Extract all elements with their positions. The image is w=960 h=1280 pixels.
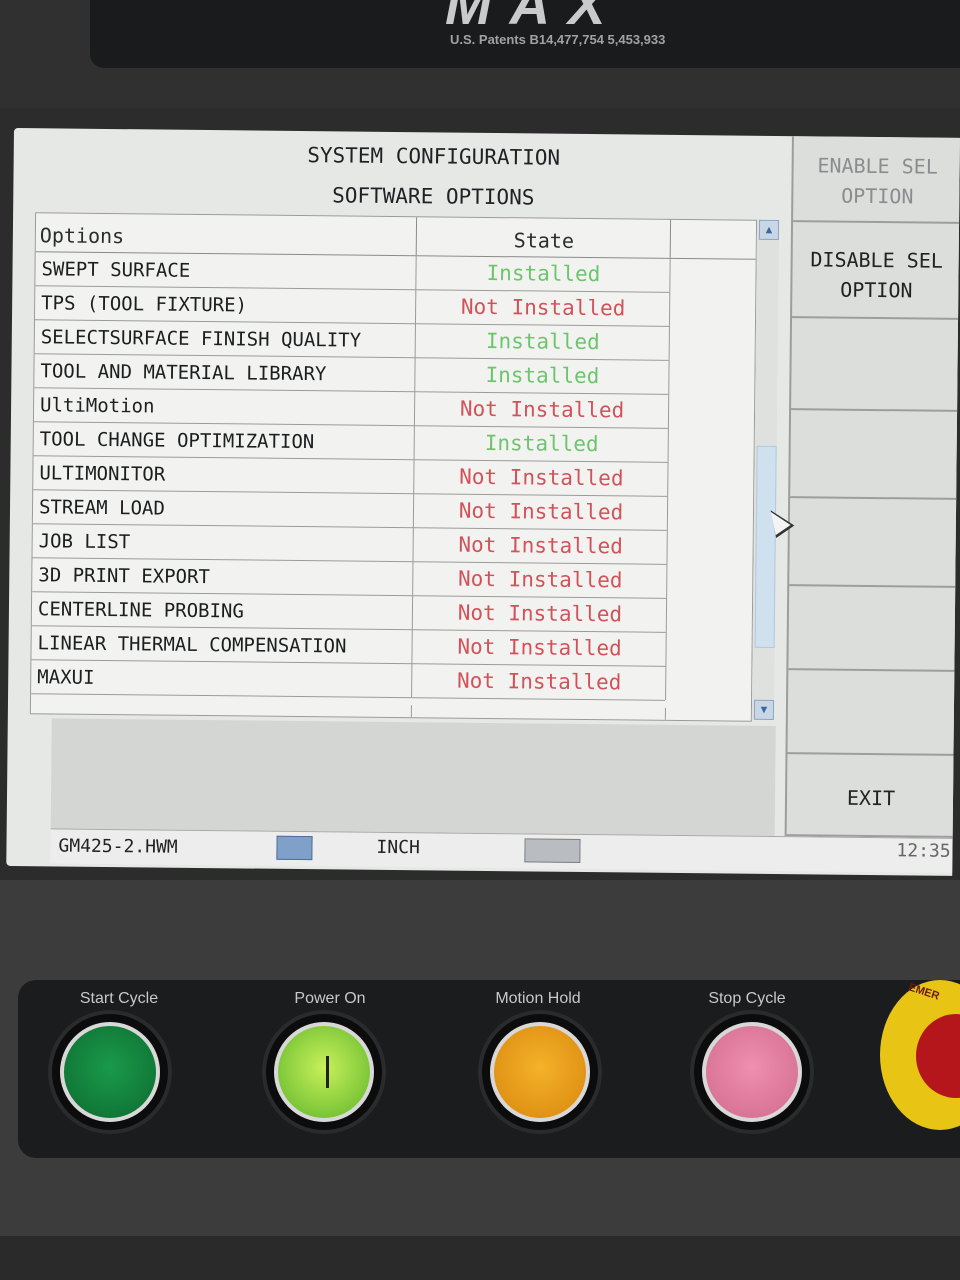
option-state: Not Installed bbox=[415, 391, 670, 428]
grid-scrollbar[interactable]: ▲ ▼ bbox=[751, 219, 780, 720]
exit-button[interactable]: EXIT bbox=[786, 754, 956, 838]
softkey-panel: ENABLE SEL OPTION DISABLE SEL OPTION EXI… bbox=[784, 136, 960, 838]
motion-hold-label: Motion Hold bbox=[495, 990, 581, 1007]
keypad-icon[interactable] bbox=[276, 835, 313, 861]
option-name: SELECTSURFACE FINISH QUALITY bbox=[40, 319, 416, 358]
scroll-thumb[interactable] bbox=[754, 445, 777, 648]
logo-plate: MAX U.S. Patents B14,477,754 5,453,933 bbox=[90, 0, 960, 68]
stop-cycle-button[interactable] bbox=[694, 1014, 810, 1130]
option-state: Installed bbox=[417, 255, 671, 292]
panel-bottom-edge bbox=[0, 1236, 960, 1280]
option-name: TPS (TOOL FIXTURE) bbox=[40, 285, 417, 324]
disable-option-button[interactable]: DISABLE SEL OPTION bbox=[792, 224, 960, 320]
option-name: SWEPT SURFACE bbox=[41, 251, 417, 290]
units-indicator: INCH bbox=[376, 836, 420, 859]
option-state: Not Installed bbox=[414, 527, 668, 564]
option-state: Not Installed bbox=[413, 629, 667, 666]
start-cycle-cap bbox=[60, 1022, 160, 1122]
option-state: Installed bbox=[416, 357, 670, 394]
patents-text: U.S. Patents B14,477,754 5,453,933 bbox=[450, 32, 666, 47]
stop-cycle-label: Stop Cycle bbox=[708, 990, 786, 1007]
power-on-label: Power On bbox=[294, 990, 366, 1007]
clock: 12:35 bbox=[896, 840, 951, 862]
page-subtitle: SOFTWARE OPTIONS bbox=[332, 183, 535, 210]
emergency-label: EMER bbox=[906, 981, 941, 1003]
option-state: Not Installed bbox=[414, 561, 668, 598]
option-state: Not Installed bbox=[413, 663, 667, 700]
control-screen: SYSTEM CONFIGURATION SOFTWARE OPTIONS Op… bbox=[6, 128, 960, 876]
softkey-5[interactable] bbox=[789, 498, 959, 588]
option-name: MAXUI bbox=[37, 659, 413, 698]
scroll-up-icon[interactable]: ▲ bbox=[758, 219, 780, 241]
message-area bbox=[50, 718, 776, 837]
column-header-state[interactable]: State bbox=[417, 217, 672, 258]
start-cycle-button[interactable] bbox=[52, 1014, 168, 1130]
program-file-name: GM425-2.HWM bbox=[58, 835, 178, 858]
softkey-6[interactable] bbox=[788, 586, 958, 672]
start-cycle-label: Start Cycle bbox=[79, 990, 159, 1007]
softkey-3[interactable] bbox=[791, 320, 960, 412]
keyboard-icon[interactable] bbox=[524, 838, 581, 863]
page-title: SYSTEM CONFIGURATION bbox=[307, 143, 561, 170]
option-state: Installed bbox=[415, 425, 669, 462]
motion-hold-button[interactable] bbox=[482, 1014, 598, 1130]
options-grid: Options State SWEPT SURFACE Installed TPS … bbox=[29, 212, 758, 722]
table-row[interactable]: MAXUI Not Installed bbox=[31, 659, 667, 701]
softkey-7[interactable] bbox=[787, 670, 957, 756]
option-name: TOOL CHANGE OPTIMIZATION bbox=[39, 421, 415, 460]
stop-cycle-cap bbox=[702, 1022, 802, 1122]
option-state: Not Installed bbox=[413, 595, 668, 632]
option-state: Not Installed bbox=[416, 289, 671, 326]
option-name: UltiMotion bbox=[39, 387, 416, 426]
column-header-options[interactable]: Options bbox=[39, 213, 418, 256]
option-state: Not Installed bbox=[414, 493, 669, 530]
softkey-4[interactable] bbox=[790, 410, 960, 500]
option-state-partial bbox=[412, 705, 666, 722]
option-name: STREAM LOAD bbox=[38, 489, 415, 528]
option-state: Installed bbox=[416, 323, 670, 360]
emergency-stop-cap bbox=[916, 1014, 960, 1098]
option-name: JOB LIST bbox=[38, 523, 414, 562]
motion-hold-cap bbox=[490, 1022, 590, 1122]
power-on-cap bbox=[274, 1022, 374, 1122]
option-state: Not Installed bbox=[415, 459, 669, 496]
scroll-down-icon[interactable]: ▼ bbox=[753, 699, 775, 720]
option-name: TOOL AND MATERIAL LIBRARY bbox=[40, 353, 416, 392]
option-name: ULTIMONITOR bbox=[39, 455, 415, 494]
power-icon bbox=[326, 1056, 329, 1088]
option-name: 3D PRINT EXPORT bbox=[38, 557, 414, 596]
power-on-button[interactable] bbox=[266, 1014, 382, 1130]
option-name: LINEAR THERMAL COMPENSATION bbox=[37, 625, 413, 664]
enable-option-button[interactable]: ENABLE SEL OPTION bbox=[793, 136, 960, 224]
option-name: CENTERLINE PROBING bbox=[37, 591, 414, 630]
